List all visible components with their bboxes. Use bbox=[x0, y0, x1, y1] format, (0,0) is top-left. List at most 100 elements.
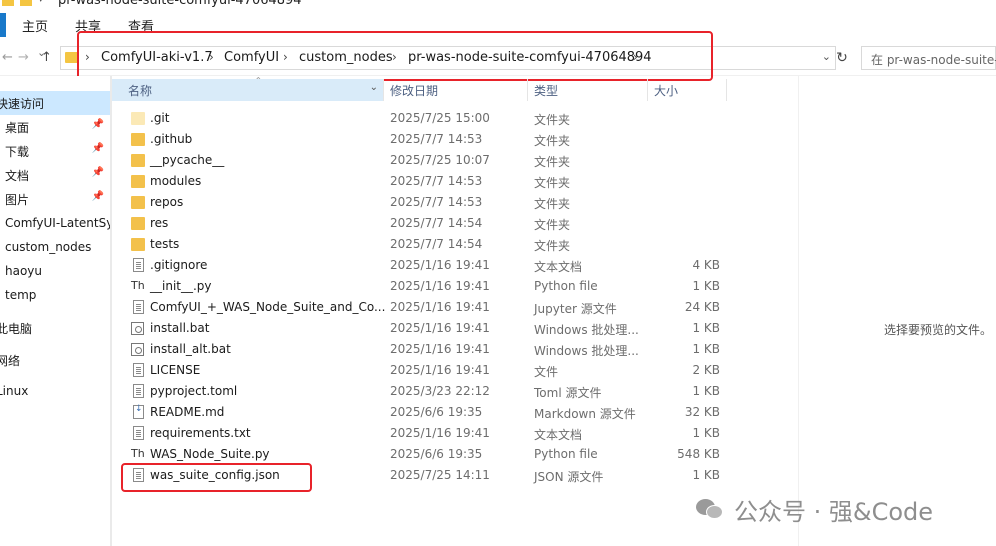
file-modified: 2025/7/25 15:00 bbox=[390, 111, 490, 125]
file-modified: 2025/7/7 14:53 bbox=[390, 195, 483, 209]
text-file-icon bbox=[133, 384, 144, 398]
column-header-size[interactable]: 大小 bbox=[648, 79, 727, 101]
text-file-icon bbox=[133, 258, 144, 272]
preview-message: 选择要预览的文件。 bbox=[884, 323, 993, 337]
sidebar-item-quick-access[interactable]: 快速访问 bbox=[0, 91, 110, 115]
file-row-readme[interactable]: README.md 2025/6/6 19:35 Markdown 源文件 32 KB bbox=[112, 402, 732, 423]
title-bar: ▾ pr-was-node-suite-comfyui-47064894 bbox=[0, 0, 996, 10]
folder-icon bbox=[131, 133, 145, 146]
sidebar-item-documents[interactable]: 文档 📌 bbox=[0, 163, 110, 187]
sidebar-item-haoyu[interactable]: haoyu bbox=[0, 260, 110, 284]
address-dropdown-icon[interactable]: ⌄ bbox=[822, 50, 831, 63]
file-row-modules[interactable]: modules 2025/7/7 14:53 文件夹 bbox=[112, 171, 732, 192]
file-type: Jupyter 源文件 bbox=[534, 302, 617, 316]
file-type: Toml 源文件 bbox=[534, 386, 602, 400]
file-row-was-node-suite-py[interactable]: Th WAS_Node_Suite.py 2025/6/6 19:35 Python … bbox=[112, 444, 732, 465]
sidebar-item-network[interactable]: 网络 bbox=[0, 348, 110, 372]
file-row-res[interactable]: res 2025/7/7 14:54 文件夹 bbox=[112, 213, 732, 234]
file-name: WAS_Node_Suite.py bbox=[150, 447, 270, 461]
chevron-down-icon[interactable]: ▾ bbox=[38, 0, 44, 5]
file-size: 32 KB bbox=[684, 405, 720, 419]
folder-icon bbox=[131, 175, 145, 188]
file-tab[interactable] bbox=[0, 13, 6, 37]
file-row-pyproject[interactable]: pyproject.toml 2025/3/23 22:12 Toml 源文件 1 K… bbox=[112, 381, 732, 402]
back-button[interactable]: ← bbox=[2, 50, 13, 65]
text-file-icon bbox=[133, 363, 144, 377]
file-name: .git bbox=[150, 111, 170, 125]
file-type: Windows 批处理... bbox=[534, 344, 639, 358]
watermark-text: 公众号 · 强&Code bbox=[734, 498, 934, 526]
file-modified: 2025/7/7 14:54 bbox=[390, 216, 483, 230]
file-type: Markdown 源文件 bbox=[534, 407, 636, 421]
folder-icon bbox=[131, 154, 145, 167]
sidebar-item-label: 此电脑 bbox=[0, 322, 33, 336]
text-file-icon bbox=[133, 426, 144, 440]
file-modified: 2025/1/16 19:41 bbox=[390, 300, 490, 314]
file-row-pycache[interactable]: __pycache__ 2025/7/25 10:07 文件夹 bbox=[112, 150, 732, 171]
file-row-github[interactable]: .github 2025/7/7 14:53 文件夹 bbox=[112, 129, 732, 150]
file-size: 1 KB bbox=[692, 279, 720, 293]
column-divider[interactable] bbox=[726, 79, 727, 101]
file-type: 文本文档 bbox=[534, 428, 583, 442]
sidebar-item-temp[interactable]: temp bbox=[0, 284, 110, 308]
sidebar-item-label: custom_nodes bbox=[5, 240, 92, 254]
file-type: 文件 bbox=[534, 365, 559, 379]
file-row-repos[interactable]: repos 2025/7/7 14:53 文件夹 bbox=[112, 192, 732, 213]
sidebar-item-label: 桌面 bbox=[5, 121, 30, 135]
search-input[interactable]: 在 pr-was-node-suite-... bbox=[861, 46, 996, 70]
sidebar-item-label: 快速访问 bbox=[0, 97, 45, 111]
highlight-box-config-file bbox=[121, 463, 312, 492]
column-header-type[interactable]: 类型 bbox=[528, 79, 648, 101]
file-type: 文件夹 bbox=[534, 113, 571, 127]
refresh-button[interactable]: ↻ bbox=[832, 46, 852, 70]
column-header-label: 修改日期 bbox=[390, 84, 439, 98]
file-size: 1 KB bbox=[692, 426, 720, 440]
file-name: __pycache__ bbox=[150, 153, 225, 167]
file-row-license[interactable]: LICENSE 2025/1/16 19:41 文件 2 KB bbox=[112, 360, 732, 381]
sidebar-item-label: temp bbox=[5, 288, 37, 302]
file-name: install_alt.bat bbox=[150, 342, 231, 356]
file-name: .github bbox=[150, 132, 193, 146]
sidebar-item-custom-nodes[interactable]: custom_nodes bbox=[0, 236, 110, 260]
file-size: 1 KB bbox=[692, 321, 720, 335]
pin-icon: 📌 bbox=[91, 191, 104, 202]
watermark: 公众号 · 强&Code bbox=[696, 490, 986, 526]
folder-icon bbox=[2, 0, 14, 6]
file-size: 548 KB bbox=[677, 447, 720, 461]
file-row-install-bat[interactable]: install.bat 2025/1/16 19:41 Windows 批处理...… bbox=[112, 318, 732, 339]
sidebar-item-label: ComfyUI-LatentSy bbox=[5, 216, 110, 230]
sidebar-item-downloads[interactable]: 下载 📌 bbox=[0, 139, 110, 163]
file-name: res bbox=[150, 216, 169, 230]
file-type: 文件夹 bbox=[534, 134, 571, 148]
sidebar-item-linux[interactable]: Linux bbox=[0, 380, 110, 404]
highlight-box-address bbox=[77, 31, 713, 81]
file-name: ComfyUI_+_WAS_Node_Suite_and_Co... bbox=[150, 300, 386, 314]
pin-icon: 📌 bbox=[91, 119, 104, 130]
sidebar-item-comfyui-latentsy[interactable]: ComfyUI-LatentSy bbox=[0, 212, 110, 236]
up-button[interactable]: ↑ bbox=[41, 50, 52, 65]
file-name: LICENSE bbox=[150, 363, 201, 377]
file-row-gitignore[interactable]: .gitignore 2025/1/16 19:41 文本文档 4 KB bbox=[112, 255, 732, 276]
chevron-down-icon[interactable]: ⌄ bbox=[370, 82, 378, 93]
sidebar-item-desktop[interactable]: 桌面 📌 bbox=[0, 115, 110, 139]
column-header-name[interactable]: 名称 ⌄ bbox=[112, 79, 384, 101]
file-modified: 2025/1/16 19:41 bbox=[390, 426, 490, 440]
sidebar-item-this-pc[interactable]: 此电脑 bbox=[0, 316, 110, 340]
file-row-tests[interactable]: tests 2025/7/7 14:54 文件夹 bbox=[112, 234, 732, 255]
column-header-modified[interactable]: 修改日期 bbox=[384, 79, 528, 101]
file-row-requirements[interactable]: requirements.txt 2025/1/16 19:41 文本文档 1 KB bbox=[112, 423, 732, 444]
file-row-git[interactable]: .git 2025/7/25 15:00 文件夹 bbox=[112, 108, 732, 129]
file-row-notebook[interactable]: ComfyUI_+_WAS_Node_Suite_and_Co... 2025/1… bbox=[112, 297, 732, 318]
search-placeholder: 在 pr-was-node-suite-... bbox=[871, 53, 996, 67]
file-row-init-py[interactable]: Th __init__.py 2025/1/16 19:41 Python file 1… bbox=[112, 276, 732, 297]
column-header-label: 类型 bbox=[534, 84, 559, 98]
file-size: 24 KB bbox=[684, 300, 720, 314]
python-file-icon: Th bbox=[131, 279, 145, 292]
column-header-label: 大小 bbox=[654, 84, 679, 98]
file-modified: 2025/1/16 19:41 bbox=[390, 258, 490, 272]
file-row-install-alt-bat[interactable]: install_alt.bat 2025/1/16 19:41 Windows 批处… bbox=[112, 339, 732, 360]
forward-button[interactable]: → bbox=[18, 50, 29, 65]
file-type: Python file bbox=[534, 447, 598, 461]
sidebar-item-pictures[interactable]: 图片 📌 bbox=[0, 187, 110, 211]
tab-home[interactable]: 主页 bbox=[22, 16, 48, 35]
